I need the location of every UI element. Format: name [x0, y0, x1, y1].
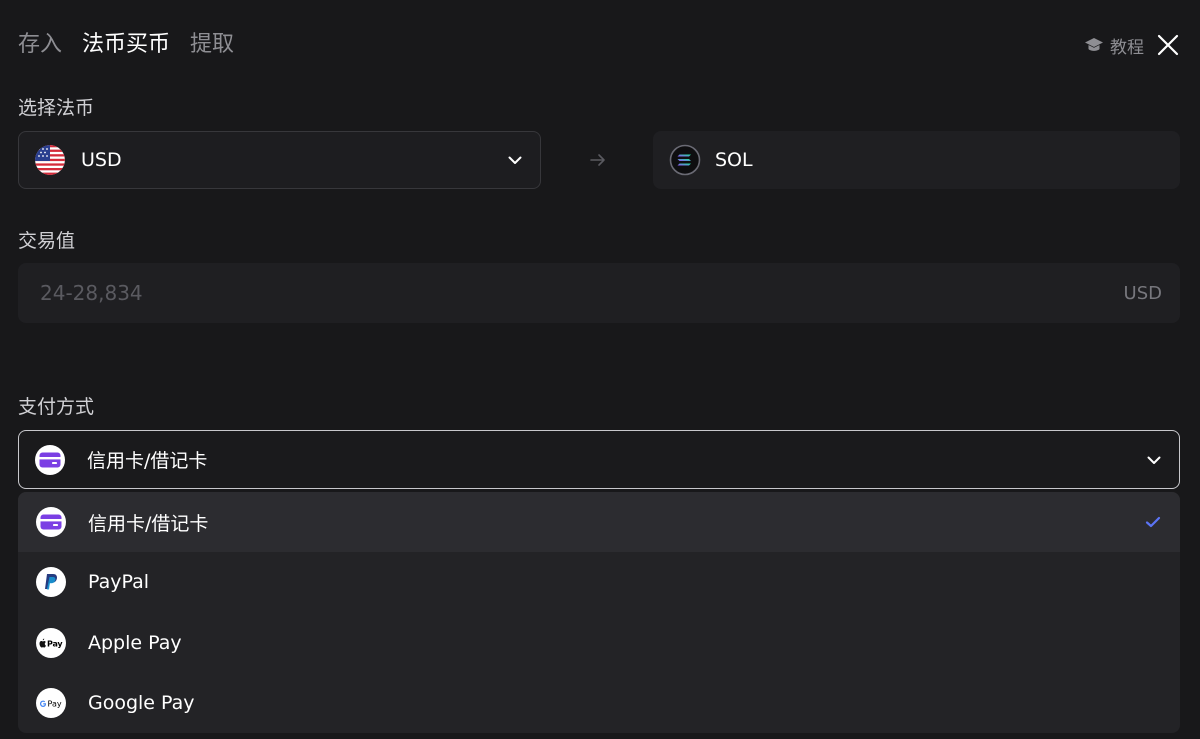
payment-method-dropdown: 信用卡/借记卡 PayPal Pay Apple Pay Pay Google …: [18, 492, 1180, 733]
solana-icon: [669, 144, 701, 176]
payment-option-label: 信用卡/借记卡: [88, 512, 209, 535]
crypto-code: SOL: [715, 149, 753, 171]
apple-pay-icon: Pay: [36, 627, 66, 658]
amount-label: 交易值: [18, 230, 76, 252]
fiat-label: 选择法币: [18, 97, 95, 119]
tutorial-label: 教程: [1110, 37, 1144, 58]
payment-option-paypal[interactable]: PayPal: [18, 552, 1180, 612]
tab-deposit[interactable]: 存入: [18, 28, 62, 62]
payment-option-label: Apple Pay: [88, 631, 182, 654]
payment-method-select[interactable]: 信用卡/借记卡: [18, 430, 1180, 489]
crypto-display: SOL: [653, 131, 1180, 189]
chevron-down-icon: [508, 156, 522, 164]
us-flag-icon: [35, 145, 65, 175]
amount-unit: USD: [1123, 282, 1162, 304]
fiat-currency-select[interactable]: USD: [18, 131, 541, 189]
payment-option-card[interactable]: 信用卡/借记卡: [18, 492, 1180, 553]
tab-bar: 存入 法币买币 提取: [18, 28, 234, 62]
payment-option-apple-pay[interactable]: Pay Apple Pay: [18, 613, 1180, 673]
amount-field: USD: [18, 263, 1180, 323]
card-icon: [36, 507, 66, 538]
payment-option-label: Google Pay: [88, 691, 195, 714]
payment-option-label: PayPal: [88, 571, 150, 594]
arrow-right-icon: [590, 154, 605, 166]
tutorial-link[interactable]: 教程: [1084, 33, 1144, 58]
chevron-down-icon: [1147, 456, 1161, 464]
google-pay-icon: Pay: [36, 687, 66, 718]
card-icon: [35, 444, 65, 475]
header-actions: 教程: [1084, 28, 1180, 62]
payment-option-google-pay[interactable]: Pay Google Pay: [18, 673, 1180, 733]
amount-input[interactable]: [38, 280, 1124, 306]
payment-selected-label: 信用卡/借记卡: [87, 450, 208, 472]
checkmark-icon: [1145, 517, 1161, 528]
svg-text:Pay: Pay: [47, 639, 63, 648]
payment-label: 支付方式: [18, 396, 95, 418]
tab-withdraw[interactable]: 提取: [190, 28, 234, 62]
graduation-cap-icon: [1085, 38, 1103, 51]
fiat-code: USD: [81, 149, 122, 171]
close-icon[interactable]: [1156, 33, 1180, 57]
paypal-icon: [36, 567, 66, 598]
tab-buy-crypto[interactable]: 法币买币: [82, 28, 170, 62]
svg-text:Pay: Pay: [48, 699, 62, 708]
